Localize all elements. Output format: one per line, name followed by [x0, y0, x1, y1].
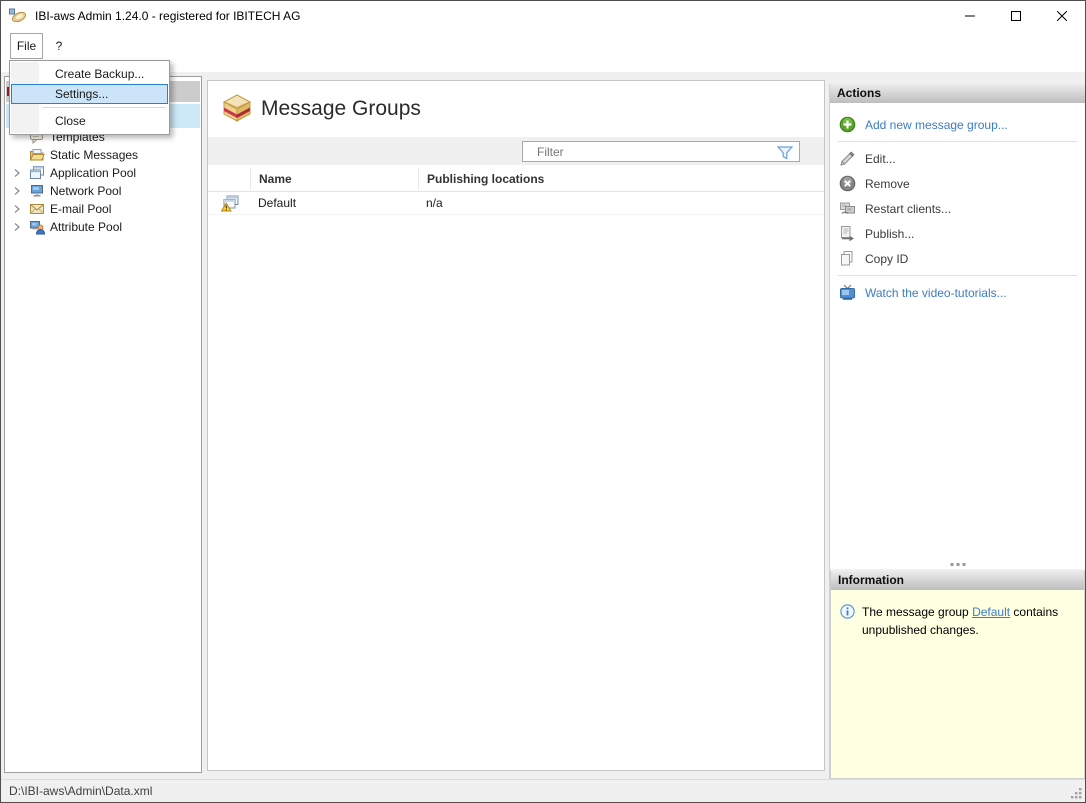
action-restart-clients[interactable]: Restart clients...: [830, 198, 1085, 219]
edit-pencil-icon: [839, 150, 856, 167]
add-icon: [839, 116, 856, 133]
video-tutorials-icon: [839, 284, 856, 301]
action-publish[interactable]: Publish...: [830, 223, 1085, 244]
sidebar-tree-panel: Templates Static Messages: [4, 76, 202, 773]
attribute-pool-icon: [29, 219, 45, 235]
panel-splitter-grip[interactable]: [950, 563, 965, 566]
remove-icon: [839, 175, 856, 192]
statusbar: D:\IBI-aws\Admin\Data.xml: [1, 779, 1085, 802]
menu-item-create-backup[interactable]: Create Backup...: [11, 64, 168, 84]
message-group-warning-icon: [221, 195, 239, 212]
copy-id-icon: [839, 250, 856, 267]
message-groups-icon: [221, 92, 253, 124]
static-messages-icon: [29, 147, 45, 163]
column-header-name[interactable]: Name: [250, 167, 418, 192]
restart-clients-icon: [839, 200, 856, 217]
close-button[interactable]: [1039, 1, 1085, 31]
resize-grip-icon[interactable]: [1070, 787, 1083, 800]
sidebar-item-label: Static Messages: [50, 148, 138, 162]
right-dock: Actions Add new message group...: [829, 84, 1085, 779]
filter-input[interactable]: [522, 141, 800, 162]
info-icon: [840, 604, 855, 619]
action-copy-id[interactable]: Copy ID: [830, 248, 1085, 269]
network-pool-icon: [29, 183, 45, 199]
column-header-publishing-locations[interactable]: Publishing locations: [418, 167, 824, 192]
chevron-right-icon[interactable]: [13, 223, 29, 231]
action-label: Watch the video-tutorials...: [865, 286, 1007, 300]
message-group-link[interactable]: Default: [972, 605, 1010, 619]
table-header: Name Publishing locations: [208, 167, 824, 192]
sidebar-item-application-pool[interactable]: Application Pool: [5, 164, 201, 182]
sidebar-item-static-messages[interactable]: Static Messages: [5, 146, 201, 164]
application-pool-icon: [29, 165, 45, 181]
menu-item-close[interactable]: Close: [11, 111, 168, 131]
menu-help[interactable]: ?: [49, 33, 69, 59]
window-title: IBI-aws Admin 1.24.0 - registered for IB…: [35, 1, 300, 31]
app-icon: [9, 8, 27, 24]
app-window: IBI-aws Admin 1.24.0 - registered for IB…: [0, 0, 1086, 803]
maximize-button[interactable]: [993, 1, 1039, 31]
actions-panel: Actions Add new message group...: [830, 84, 1085, 569]
action-label: Remove: [865, 177, 910, 191]
titlebar: IBI-aws Admin 1.24.0 - registered for IB…: [1, 1, 1085, 31]
action-watch-video-tutorials[interactable]: Watch the video-tutorials...: [830, 282, 1085, 303]
minimize-button[interactable]: [947, 1, 993, 31]
menu-separator: [42, 107, 166, 108]
action-add-new-message-group[interactable]: Add new message group...: [830, 114, 1085, 135]
main-content-panel: Message Groups Name Publishing locations…: [207, 80, 825, 771]
action-label: Copy ID: [865, 252, 908, 266]
sidebar-item-attribute-pool[interactable]: Attribute Pool: [5, 218, 201, 236]
statusbar-path: D:\IBI-aws\Admin\Data.xml: [9, 784, 152, 798]
sidebar-item-email-pool[interactable]: E-mail Pool: [5, 200, 201, 218]
action-remove[interactable]: Remove: [830, 173, 1085, 194]
minimize-icon: [965, 11, 975, 21]
information-message: The message group Default contains unpub…: [862, 603, 1067, 639]
close-icon: [1057, 11, 1067, 21]
email-pool-icon: [29, 201, 45, 217]
cell-publishing-locations: n/a: [426, 192, 443, 215]
table-row[interactable]: Default n/a: [208, 192, 824, 215]
publish-icon: [839, 225, 856, 242]
actions-separator: [838, 275, 1077, 276]
menu-file[interactable]: File: [10, 33, 43, 59]
sidebar-item-network-pool[interactable]: Network Pool: [5, 182, 201, 200]
actions-separator: [838, 141, 1077, 142]
sidebar-item-label: Application Pool: [50, 166, 136, 180]
filter-funnel-icon[interactable]: [777, 146, 793, 160]
file-menu-dropdown: Create Backup... Settings... Close: [9, 60, 170, 135]
action-label: Restart clients...: [865, 202, 951, 216]
information-panel-header: Information: [831, 571, 1084, 590]
chevron-right-icon[interactable]: [13, 187, 29, 195]
chevron-right-icon[interactable]: [13, 169, 29, 177]
sidebar-item-label: Attribute Pool: [50, 220, 122, 234]
message-prefix: The message group: [862, 605, 972, 619]
action-label: Publish...: [865, 227, 914, 241]
sidebar-tree: Templates Static Messages: [5, 128, 201, 236]
cell-name: Default: [258, 192, 296, 215]
information-panel: Information The message group Default co…: [830, 571, 1085, 779]
chevron-right-icon[interactable]: [13, 205, 29, 213]
filter-bar: [208, 137, 824, 165]
maximize-icon: [1011, 11, 1021, 21]
sidebar-item-label: Network Pool: [50, 184, 121, 198]
actions-panel-header: Actions: [830, 84, 1085, 103]
sidebar-item-label: E-mail Pool: [50, 202, 111, 216]
window-controls: [947, 1, 1085, 31]
action-label: Add new message group...: [865, 118, 1008, 132]
action-edit[interactable]: Edit...: [830, 148, 1085, 169]
action-label: Edit...: [865, 152, 896, 166]
page-title: Message Groups: [261, 94, 421, 124]
menu-item-settings[interactable]: Settings...: [11, 84, 168, 104]
